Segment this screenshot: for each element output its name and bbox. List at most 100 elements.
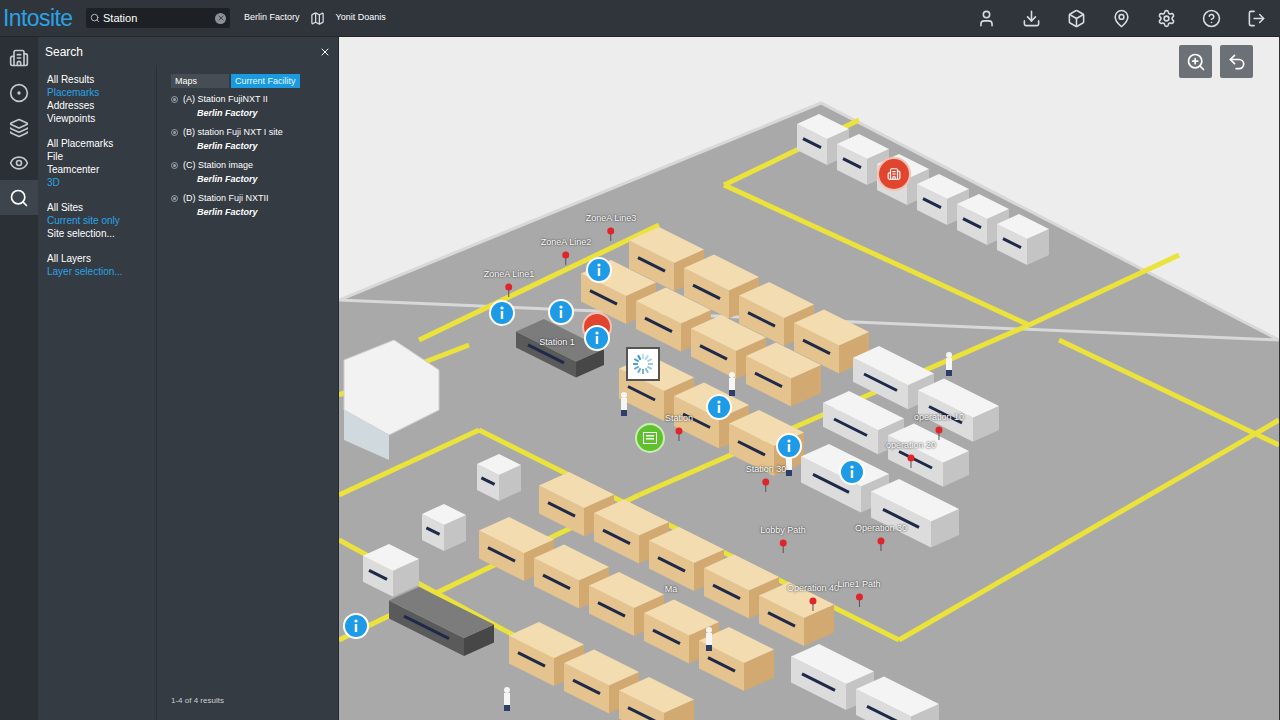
toolbar-button[interactable]: [1009, 0, 1054, 37]
info-icon: [714, 400, 724, 414]
icon-rail: [0, 37, 38, 720]
pin-icon: [855, 593, 863, 607]
filter-item[interactable]: Placemarks: [47, 86, 156, 99]
clear-button[interactable]: [215, 13, 226, 24]
placemark-label: Station: [665, 412, 693, 424]
placemark[interactable]: Station: [665, 412, 693, 441]
toolbar-button[interactable]: [1144, 0, 1189, 37]
result-label: (C) Station image: [183, 159, 253, 171]
placemark-label: Line1 Path: [837, 578, 880, 590]
info-marker[interactable]: [343, 613, 369, 639]
info-marker[interactable]: [839, 459, 865, 485]
result-item[interactable]: (A) Station FujiNXT IIBerlin Factory: [171, 91, 338, 124]
placemark-label: Operation 40: [787, 582, 839, 594]
pin-icon: [809, 597, 817, 611]
placemark[interactable]: Operation 40: [787, 582, 839, 611]
info-marker[interactable]: [706, 394, 732, 420]
info-marker[interactable]: [584, 325, 610, 351]
placemark-label: Ma: [665, 583, 678, 595]
toolbar-button[interactable]: [1234, 0, 1279, 37]
filter-item[interactable]: Viewpoints: [47, 112, 156, 125]
filter-item[interactable]: Teamcenter: [47, 163, 156, 176]
filter-item[interactable]: All Placemarks: [47, 137, 156, 150]
info-marker[interactable]: [489, 300, 515, 326]
rail-button[interactable]: [0, 40, 38, 75]
factory-floor[interactable]: [339, 37, 1279, 720]
toolbar-button[interactable]: [1099, 0, 1144, 37]
tab[interactable]: Current Facility: [231, 74, 300, 88]
document-marker[interactable]: [635, 423, 665, 453]
rail-button[interactable]: [0, 145, 38, 180]
placemark-label: Operation 30: [855, 522, 907, 534]
placemark[interactable]: Station 30: [746, 463, 787, 492]
filter-item[interactable]: All Results: [47, 73, 156, 86]
filter-item[interactable]: File: [47, 150, 156, 163]
map-icon[interactable]: [310, 11, 325, 26]
search-field[interactable]: Station: [86, 8, 230, 28]
info-marker[interactable]: [548, 299, 574, 325]
filter-item[interactable]: Site selection...: [47, 227, 156, 240]
filter-item[interactable]: Current site only: [47, 214, 156, 227]
toolbar-button[interactable]: [1189, 0, 1234, 37]
user-name[interactable]: Yonit Doanis: [336, 11, 386, 25]
placemark[interactable]: operation 20: [886, 439, 936, 468]
result-item[interactable]: (C) Station imageBerlin Factory: [171, 157, 338, 190]
filter-group: All ResultsPlacemarksAddressesViewpoints: [47, 73, 156, 125]
zoom-button[interactable]: [1179, 45, 1212, 78]
filter-column: All ResultsPlacemarksAddressesViewpoints…: [38, 65, 157, 720]
result-bullet-icon: [171, 129, 178, 136]
back-button[interactable]: [1220, 45, 1253, 78]
placemark[interactable]: Station 1: [539, 336, 575, 348]
placemark[interactable]: Ma: [665, 583, 678, 595]
pin-icon: [505, 283, 513, 297]
placemark-label: ZoneA Line1: [484, 268, 535, 280]
filter-item[interactable]: Layer selection...: [47, 265, 156, 278]
filter-item[interactable]: 3D: [47, 176, 156, 189]
info-marker[interactable]: [776, 433, 802, 459]
info-icon: [497, 306, 507, 320]
result-label: (D) Station Fuji NXTII: [183, 192, 269, 204]
toolbar-icon: [1022, 9, 1041, 28]
toolbar-button[interactable]: [964, 0, 1009, 37]
rail-button[interactable]: [0, 75, 38, 110]
zoom-icon: [1186, 52, 1206, 72]
alert-marker[interactable]: [877, 157, 911, 191]
close-icon[interactable]: [319, 46, 331, 58]
placemark[interactable]: ZoneA Line2: [541, 236, 592, 265]
loading-indicator: [626, 347, 660, 381]
result-item[interactable]: (D) Station Fuji NXTIIBerlin Factory: [171, 190, 338, 223]
placemark[interactable]: Line1 Path: [837, 578, 880, 607]
placemark[interactable]: ZoneA Line1: [484, 268, 535, 297]
placemark[interactable]: operation 10: [914, 411, 964, 440]
placemark[interactable]: ZoneA Line3: [586, 212, 637, 241]
result-site: Berlin Factory: [171, 204, 338, 220]
toolbar-icon: [1202, 9, 1221, 28]
site-name[interactable]: Berlin Factory: [244, 11, 300, 25]
filter-item[interactable]: All Sites: [47, 201, 156, 214]
info-marker[interactable]: [586, 257, 612, 283]
placemark[interactable]: Operation 30: [855, 522, 907, 551]
pin-icon: [779, 539, 787, 553]
rail-button[interactable]: [0, 180, 38, 215]
filter-item[interactable]: All Layers: [47, 252, 156, 265]
placemark[interactable]: Lobby Path: [760, 524, 806, 553]
info-icon: [351, 619, 361, 633]
map-view[interactable]: ZoneA Line3ZoneA Line2 ZoneA Line1 Station…: [339, 37, 1280, 720]
toolbar-icon: [1067, 9, 1086, 28]
result-bullet-icon: [171, 162, 178, 169]
result-item[interactable]: (B) station Fuji NXT I siteBerlin Factor…: [171, 124, 338, 157]
tab[interactable]: Maps: [171, 74, 229, 88]
result-list: (A) Station FujiNXT IIBerlin Factory(B) …: [171, 91, 338, 223]
result-site: Berlin Factory: [171, 105, 338, 121]
filter-item[interactable]: Addresses: [47, 99, 156, 112]
search-icon: [90, 13, 100, 23]
result-count: 1-4 of 4 results: [171, 696, 338, 706]
body: SearchAll ResultsPlacemarksAddressesView…: [0, 37, 1280, 720]
rail-icon: [9, 153, 29, 173]
rail-icon: [9, 188, 29, 208]
pin-icon: [607, 227, 615, 241]
toolbar-button[interactable]: [1054, 0, 1099, 37]
logo[interactable]: Intosite: [0, 4, 86, 32]
result-bullet-icon: [171, 96, 178, 103]
rail-button[interactable]: [0, 110, 38, 145]
